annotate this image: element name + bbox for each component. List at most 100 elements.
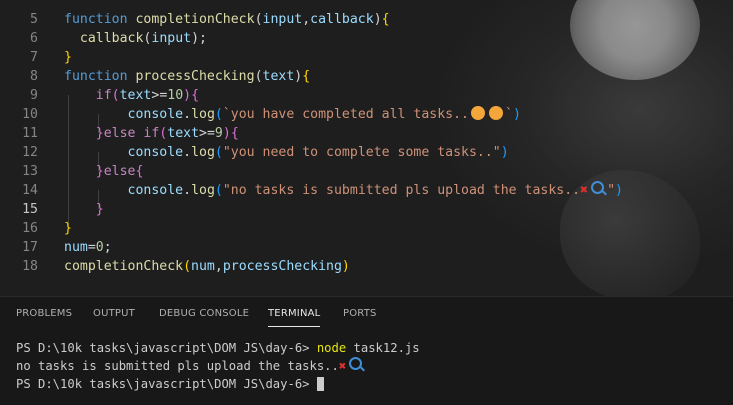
terminal-output-line: no tasks is submitted pls upload the tas… bbox=[16, 359, 339, 373]
line-number: 12 bbox=[22, 145, 38, 160]
code-token: processChecking bbox=[135, 69, 255, 84]
code-line[interactable]: 16} bbox=[0, 219, 733, 238]
code-token: >= bbox=[151, 88, 168, 103]
code-text: }else{ bbox=[64, 162, 144, 181]
code-line[interactable]: 15 } bbox=[0, 200, 733, 219]
code-token: ` bbox=[504, 107, 513, 122]
code-token: ( bbox=[183, 259, 192, 274]
line-number: 9 bbox=[30, 88, 38, 103]
code-token: >= bbox=[199, 126, 215, 141]
code-token: text bbox=[167, 126, 200, 141]
code-text: completionCheck(num,processChecking) bbox=[64, 257, 350, 276]
code-token: console bbox=[127, 183, 184, 198]
cross-mark-icon: ✖ bbox=[580, 183, 589, 198]
code-text: } bbox=[64, 219, 72, 238]
code-token: , bbox=[214, 259, 223, 274]
code-token: processChecking bbox=[222, 259, 342, 274]
code-token: callback bbox=[310, 12, 374, 27]
panel-tabs: PROBLEMS OUTPUT DEBUG CONSOLE TERMINAL P… bbox=[0, 297, 733, 333]
code-line[interactable]: 10 console.log(`you have completed all t… bbox=[0, 105, 733, 124]
code-line[interactable]: 6 callback(input); bbox=[0, 29, 733, 48]
code-token: { bbox=[191, 88, 200, 103]
line-number: 6 bbox=[30, 31, 38, 46]
line-number: 11 bbox=[22, 126, 38, 141]
line-number: 5 bbox=[30, 12, 38, 27]
code-line[interactable]: 13 }else{ bbox=[0, 162, 733, 181]
code-line[interactable]: 17 num=0; bbox=[0, 238, 733, 257]
code-token: , bbox=[302, 12, 311, 27]
code-text: }else if(text>=9){ bbox=[64, 124, 239, 143]
code-token: log bbox=[191, 145, 215, 160]
magnifier-icon bbox=[591, 181, 605, 194]
code-token: log bbox=[191, 183, 215, 198]
code-token: 0 bbox=[95, 240, 104, 255]
code-text: } bbox=[64, 200, 104, 219]
line-number: 16 bbox=[22, 221, 38, 236]
code-token: } bbox=[95, 202, 104, 217]
terminal-cursor[interactable] bbox=[316, 377, 324, 391]
tab-debug-console[interactable]: DEBUG CONSOLE bbox=[159, 308, 249, 319]
code-token: console bbox=[127, 107, 184, 122]
code-line[interactable]: 5 function completionCheck(input,callback… bbox=[0, 10, 733, 29]
code-line[interactable]: 14 console.log("no tasks is submitted pl… bbox=[0, 181, 733, 200]
code-token: 10 bbox=[167, 88, 184, 103]
code-token: ( bbox=[254, 12, 263, 27]
code-token: " bbox=[607, 183, 616, 198]
line-number: 13 bbox=[22, 164, 38, 179]
line-number: 7 bbox=[30, 50, 38, 65]
code-token: console bbox=[127, 145, 184, 160]
code-token: else bbox=[103, 164, 136, 179]
bottom-panel: PROBLEMS OUTPUT DEBUG CONSOLE TERMINAL P… bbox=[0, 296, 733, 405]
tab-problems[interactable]: PROBLEMS bbox=[16, 308, 72, 319]
code-line[interactable]: 11 }else if(text>=9){ bbox=[0, 124, 733, 143]
code-token: } bbox=[64, 50, 72, 65]
code-token: "you need to complete some tasks.." bbox=[222, 145, 501, 160]
code-editor[interactable]: 5 function completionCheck(input,callback… bbox=[0, 0, 733, 296]
tab-output[interactable]: OUTPUT bbox=[93, 308, 135, 319]
code-text: if(text>=10){ bbox=[64, 86, 199, 105]
code-token: function bbox=[64, 12, 136, 27]
code-token: ) bbox=[500, 145, 509, 160]
code-text: function processChecking(text){ bbox=[64, 67, 310, 86]
code-text: console.log("you need to complete some t… bbox=[64, 143, 509, 162]
smiling-face-icon bbox=[488, 106, 503, 120]
code-token: log bbox=[191, 107, 215, 122]
code-token: input bbox=[262, 12, 303, 27]
code-line[interactable]: 8 function processChecking(text){ bbox=[0, 67, 733, 86]
code-token: ( bbox=[214, 145, 223, 160]
terminal-prompt: PS D:\10k tasks\javascript\DOM JS\day-6> bbox=[16, 377, 317, 391]
smiling-face-icon bbox=[470, 106, 485, 120]
code-text: console.log("no tasks is submitted pls u… bbox=[64, 181, 623, 200]
line-number: 10 bbox=[22, 107, 38, 122]
code-token: { bbox=[230, 126, 239, 141]
code-token: text bbox=[262, 69, 295, 84]
code-line[interactable]: 7} bbox=[0, 48, 733, 67]
code-line[interactable]: 12 console.log("you need to complete som… bbox=[0, 143, 733, 162]
terminal-command: node bbox=[316, 341, 347, 355]
code-token: ) bbox=[183, 88, 192, 103]
code-token: = bbox=[87, 240, 96, 255]
code-token: `you have completed all tasks.. bbox=[222, 107, 469, 122]
line-number: 18 bbox=[22, 259, 38, 274]
code-token: "no tasks is submitted pls upload the ta… bbox=[222, 183, 581, 198]
code-token: { bbox=[135, 164, 144, 179]
code-token: . bbox=[183, 183, 192, 198]
code-token: } bbox=[95, 164, 104, 179]
code-token: . bbox=[183, 145, 192, 160]
code-token: num bbox=[64, 240, 88, 255]
code-line[interactable]: 18 completionCheck(num,processChecking) bbox=[0, 257, 733, 276]
code-token: ) bbox=[615, 183, 623, 198]
code-token: ) bbox=[341, 259, 350, 274]
terminal-output[interactable]: PS D:\10k tasks\javascript\DOM JS\day-6>… bbox=[16, 339, 420, 393]
tab-terminal[interactable]: TERMINAL bbox=[268, 308, 321, 327]
code-token: completionCheck bbox=[64, 259, 184, 274]
tab-ports[interactable]: PORTS bbox=[343, 308, 377, 319]
code-line[interactable]: 9 if(text>=10){ bbox=[0, 86, 733, 105]
